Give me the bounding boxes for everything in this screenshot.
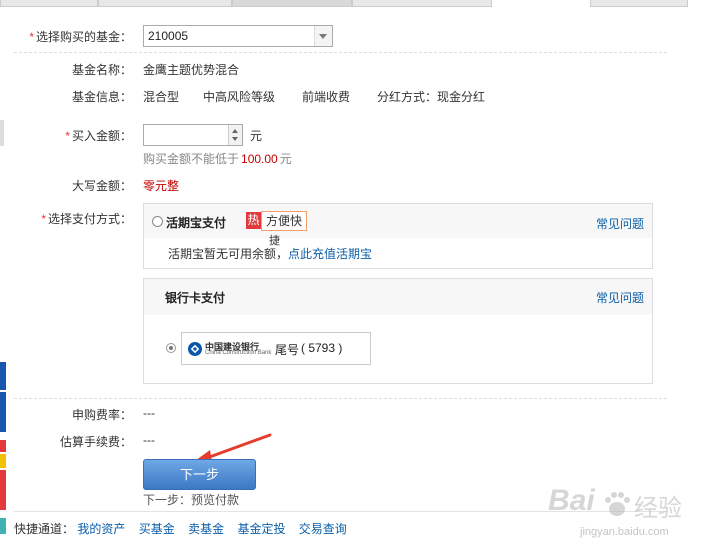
bank-faq-link[interactable]: 常见问题	[596, 289, 644, 306]
fund-select[interactable]: 210005	[143, 25, 333, 47]
watermark-brand2: 经验	[634, 495, 682, 522]
quick-link-sell-fund[interactable]: 卖基金	[188, 522, 224, 536]
fund-select-label: * 选择购买的基金：	[29, 30, 132, 44]
purchase-rate-value: ---	[143, 406, 155, 420]
watermark-url: jingyan.baidu.com	[580, 526, 669, 538]
ccb-logo-icon	[188, 342, 202, 356]
fund-info-label: 基金信息：	[71, 90, 132, 104]
divider	[14, 52, 667, 53]
left-strip	[0, 440, 6, 452]
card-tail-label: 尾号	[275, 343, 300, 357]
chevron-down-icon[interactable]	[314, 26, 332, 46]
left-scroll-indicator	[0, 120, 4, 146]
top-tab-strip	[0, 0, 715, 10]
quick-links-label: 快捷通道：	[14, 522, 75, 536]
amount-field[interactable]	[144, 125, 230, 143]
bank-panel: 银行卡支付 常见问题	[143, 278, 653, 384]
amount-input[interactable]	[143, 124, 243, 146]
amount-hint: 购买金额不能低于 100.00 元	[143, 152, 292, 166]
capital-label: 大写金额：	[71, 179, 132, 193]
top-tab[interactable]	[232, 0, 352, 7]
coin-icon	[152, 216, 163, 227]
card-tail-value: ( 5793 )	[301, 341, 343, 355]
payment-label: * 选择支付方式：	[41, 212, 132, 226]
stepper-down-icon[interactable]	[232, 137, 238, 141]
amount-unit: 元	[250, 129, 263, 143]
amount-min-value: 100.00	[241, 152, 278, 166]
quick-link-buy-fund[interactable]: 买基金	[139, 522, 175, 536]
fund-risk: 中高风险等级	[203, 90, 276, 104]
fund-name-value: 金鹰主题优势混合	[143, 63, 240, 77]
amount-label: * 买入金额：	[65, 129, 132, 143]
fund-select-value: 210005	[148, 29, 189, 43]
convenient-tag: 方便快	[261, 211, 308, 231]
est-fee-label: 估算手续费：	[59, 435, 132, 449]
bank-name-en: China Construction Bank	[205, 350, 272, 356]
huoqibao-notice: 活期宝暂无可用余额，点此充值活期宝	[168, 247, 373, 261]
left-strip	[0, 392, 6, 432]
fund-dividend: 分红方式：现金分红	[377, 90, 486, 104]
left-strip	[0, 518, 6, 534]
top-tab[interactable]	[590, 0, 688, 7]
quick-link-auto-invest[interactable]: 基金定投	[237, 522, 285, 536]
next-hint: 下一步：预览付款	[143, 493, 240, 507]
purchase-rate-label: 申购费率：	[71, 408, 132, 422]
amount-stepper[interactable]	[228, 125, 242, 145]
quick-link-my-assets[interactable]: 我的资产	[77, 522, 125, 536]
top-tab[interactable]	[98, 0, 232, 7]
huoqibao-title: 活期宝支付	[166, 216, 227, 230]
top-tab[interactable]	[0, 0, 98, 7]
bank-card-option[interactable]: 中国建设银行 China Construction Bank 尾号 ( 5793…	[181, 332, 371, 365]
capital-value: 零元整	[143, 179, 180, 193]
left-strip	[0, 470, 6, 510]
hot-badge: 热	[246, 212, 261, 229]
bank-title: 银行卡支付	[165, 291, 226, 305]
left-strip	[0, 454, 6, 468]
quick-links-bar: 快捷通道： 我的资产 买基金 卖基金 基金定投 交易查询	[14, 520, 357, 537]
est-fee-value: ---	[143, 433, 155, 447]
next-button[interactable]: 下一步	[143, 459, 256, 490]
stepper-up-icon[interactable]	[232, 129, 238, 133]
watermark-brand: Bai	[548, 484, 595, 517]
baidu-watermark: Bai 经验 jingyan.baidu.com	[548, 482, 713, 550]
huoqibao-panel: 活期宝支付 热 方便快 捷 常见问题 活期宝暂无可用余额，点此充值活期宝	[143, 203, 653, 269]
huoqibao-faq-link[interactable]: 常见问题	[596, 215, 644, 232]
recharge-link[interactable]: 点此充值活期宝	[288, 247, 372, 261]
fund-name-label: 基金名称：	[71, 63, 132, 77]
divider	[14, 398, 667, 399]
paw-icon	[605, 492, 630, 516]
left-strip	[0, 362, 6, 390]
quick-link-trade-query[interactable]: 交易查询	[299, 522, 347, 536]
top-tab[interactable]	[352, 0, 492, 7]
fund-fee-type: 前端收费	[302, 90, 351, 104]
fund-type: 混合型	[143, 90, 180, 104]
bank-radio[interactable]	[166, 343, 176, 353]
